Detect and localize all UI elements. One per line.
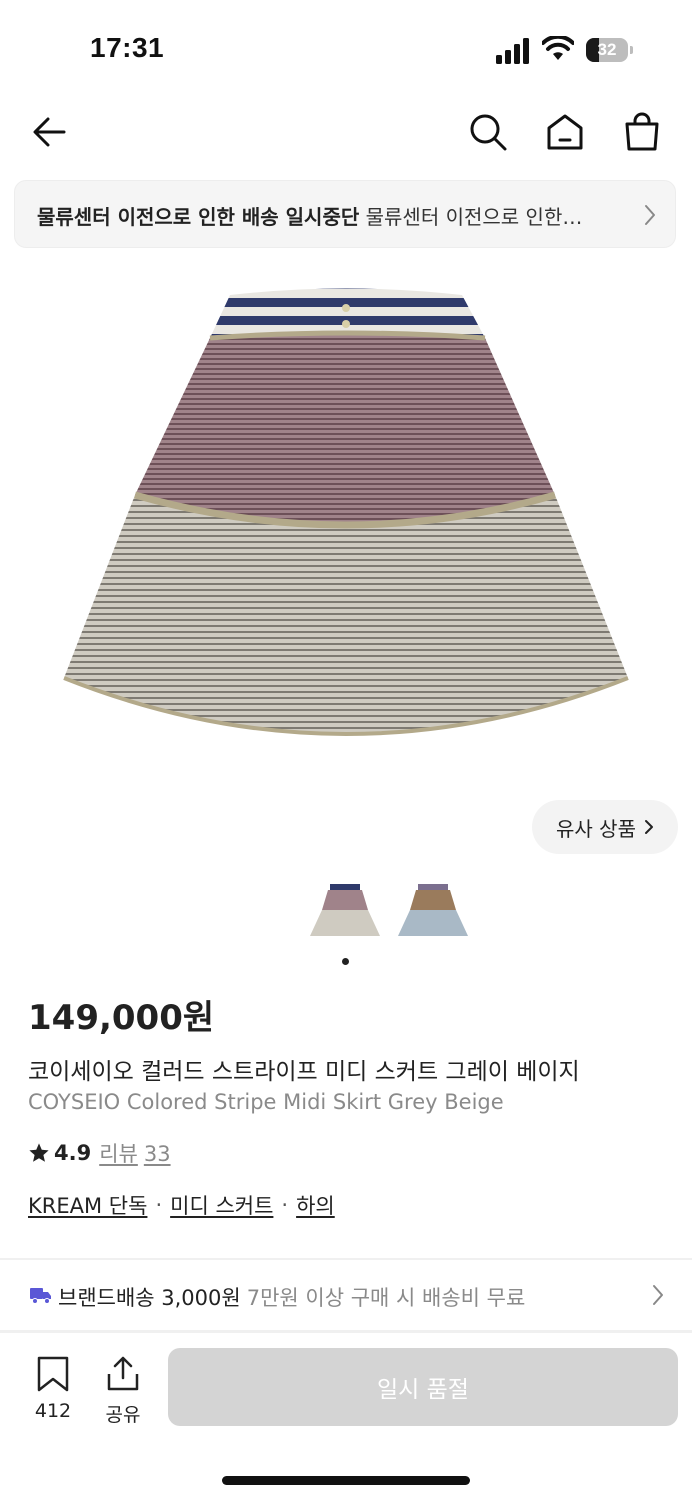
share-label: 공유 [105,1404,141,1426]
category-tags: KREAM 단독 · 미디 스커트 · 하의 [28,1190,335,1220]
divider [0,1258,692,1260]
rating-row: 4.9 리뷰 33 [28,1138,171,1168]
share-icon [107,1356,139,1391]
tag-bottoms[interactable]: 하의 [296,1190,335,1220]
wishlist-button[interactable]: 412 [26,1356,80,1422]
truck-icon [30,1288,51,1304]
tag-separator: · [281,1193,289,1217]
share-button[interactable]: 공유 [96,1356,150,1426]
shipping-fee: 브랜드배송 3,000원 [58,1286,241,1310]
similar-products-button[interactable]: 유사 상품 [532,800,678,854]
tag-midi-skirt[interactable]: 미디 스커트 [170,1190,273,1220]
chevron-right-icon [645,205,655,225]
search-icon[interactable] [466,110,510,154]
sold-out-button[interactable]: 일시 품절 [168,1348,678,1426]
battery-percentage: 32 [597,40,617,59]
shipping-note: 7만원 이상 구매 시 배송비 무료 [246,1286,526,1310]
notice-text: 물류센터 이전으로 인한… [365,205,583,229]
notice-banner[interactable]: 물류센터 이전으로 인한 배송 일시중단 물류센터 이전으로 인한… [14,180,676,248]
divider [0,1330,692,1333]
similar-products-label: 유사 상품 [556,816,636,841]
sold-out-label: 일시 품절 [377,1377,469,1403]
chevron-right-icon [644,820,653,834]
shopping-bag-icon[interactable] [620,110,664,154]
product-name-english: COYSEIO Colored Stripe Midi Skirt Grey B… [28,1090,504,1114]
notice-title: 물류센터 이전으로 인한 배송 일시중단 [37,205,360,229]
product-name-korean: 코이세이오 컬러드 스트라이프 미디 스커트 그레이 베이지 [28,1059,580,1085]
gallery-page-indicator [342,958,349,965]
status-time: 17:31 [90,32,165,63]
review-link[interactable]: 리뷰 33 [99,1138,170,1168]
review-label: 리뷰 [99,1142,138,1166]
shipping-info-row[interactable]: 브랜드배송 3,000원 7만원 이상 구매 시 배송비 무료 [0,1262,692,1328]
review-count: 33 [143,1142,171,1166]
rating-value: 4.9 [54,1141,92,1165]
tag-separator: · [155,1193,163,1217]
battery-indicator: 32 [586,38,634,64]
bookmark-icon [37,1356,69,1392]
thumbnail-grey-beige[interactable] [310,880,380,942]
product-price: 149,000원 [28,998,215,1038]
tag-kream-exclusive[interactable]: KREAM 단독 [28,1190,147,1220]
star-icon [29,1143,49,1162]
back-arrow-icon[interactable] [28,110,72,154]
wifi-icon [542,36,574,60]
home-indicator[interactable] [222,1476,470,1485]
product-image[interactable] [60,280,632,750]
chevron-right-icon [653,1285,663,1305]
wishlist-count: 412 [34,1400,72,1422]
home-icon[interactable] [543,110,587,154]
thumbnail-brown-blue[interactable] [398,880,468,942]
cellular-signal-icon [496,38,529,64]
